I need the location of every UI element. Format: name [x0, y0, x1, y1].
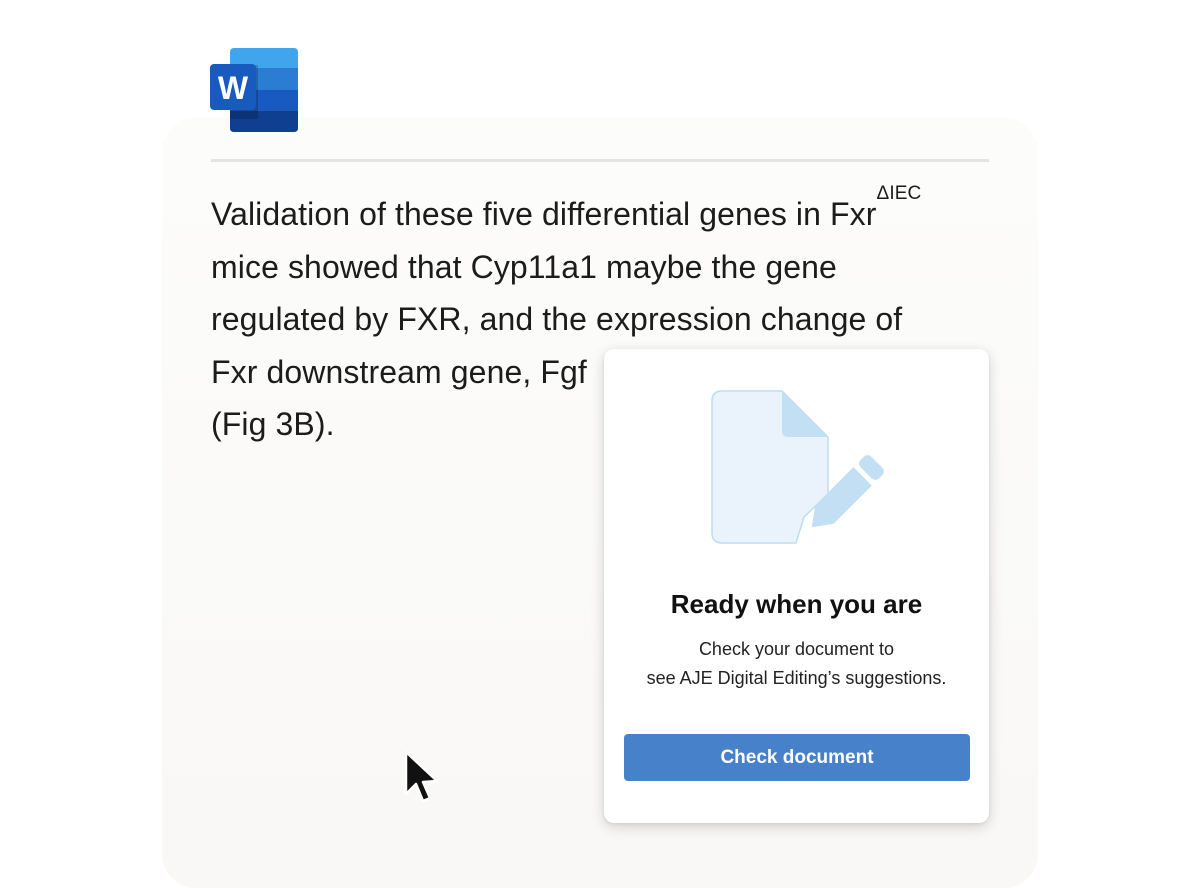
header-divider [211, 159, 989, 162]
superscript: ΔIEC [876, 183, 922, 204]
check-document-button[interactable]: Check document [624, 734, 970, 781]
document-line-2: mice showed that Cyp11a1 maybe the gene [211, 248, 837, 285]
microsoft-word-icon: W [210, 48, 298, 132]
document-line-1: Validation of these five differential ge… [211, 183, 922, 232]
mouse-pointer-icon [404, 750, 439, 803]
ready-panel: Ready when you are Check your document t… [604, 349, 989, 823]
panel-title: Ready when you are [670, 589, 923, 619]
panel-description: Check your document to see AJE Digital E… [604, 635, 989, 693]
panel-description-line-2: see AJE Digital Editing’s suggestions. [646, 668, 947, 688]
panel-description-line-1: Check your document to [698, 639, 895, 659]
document-line-3: regulated by FXR, and the expression cha… [211, 301, 903, 337]
word-logo-letter: W [218, 70, 249, 106]
document-edit-icon [711, 390, 884, 544]
